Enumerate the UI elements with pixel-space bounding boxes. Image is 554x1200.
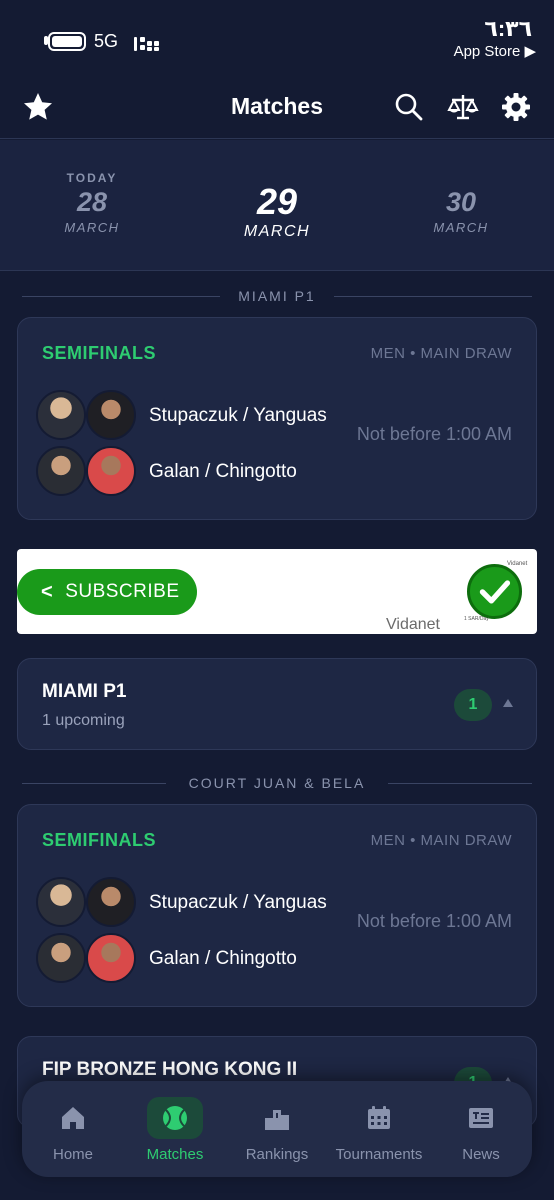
- player-avatar: [36, 390, 86, 440]
- tournament-title: MIAMI P1: [42, 681, 127, 702]
- ad-brand-small: Vidanet: [507, 561, 528, 567]
- subscribe-label: SUBSCRIBE: [65, 581, 180, 602]
- nav-label: Matches: [146, 1146, 204, 1163]
- network-label: 5G: [94, 31, 119, 51]
- section-header-court: COURT JUAN & BELA: [22, 773, 532, 793]
- bottom-nav: Home Matches Rankings Tournaments News: [22, 1081, 532, 1177]
- tennis-ball-icon: [163, 1106, 187, 1130]
- date-tab-30[interactable]: 30 MARCH: [391, 140, 531, 235]
- player-avatar: [86, 390, 136, 440]
- match-time: Not before 1:00 AM: [356, 911, 512, 931]
- ad-banner[interactable]: < SUBSCRIBE Vidanet 1 SAR/Day Vidanet: [17, 549, 537, 634]
- player-avatar: [36, 877, 86, 927]
- today-label: [391, 171, 531, 185]
- app-header: Matches: [0, 75, 554, 139]
- search-icon[interactable]: [393, 91, 425, 123]
- round-label: SEMIFINALS: [42, 343, 157, 363]
- caret-up-icon[interactable]: [503, 699, 513, 707]
- section-header-miami: MIAMI P1: [22, 286, 532, 306]
- date-tab-29[interactable]: 29 MARCH: [207, 140, 347, 241]
- ad-price-small: 1 SAR/Day: [464, 616, 489, 622]
- player-avatar: [86, 933, 136, 983]
- gear-icon[interactable]: [500, 91, 532, 123]
- nav-label: Tournaments: [335, 1146, 423, 1163]
- player-avatar: [36, 933, 86, 983]
- player-avatar: [86, 877, 136, 927]
- date-month: MARCH: [433, 220, 489, 235]
- checkmark-icon: [467, 564, 522, 619]
- draw-label: MEN • MAIN DRAW: [370, 345, 512, 362]
- today-label: TODAY: [66, 171, 118, 185]
- nav-home[interactable]: Home: [22, 1081, 124, 1177]
- nav-icon-wrap: [249, 1097, 305, 1139]
- nav-rankings[interactable]: Rankings: [226, 1081, 328, 1177]
- scale-icon[interactable]: [447, 91, 479, 123]
- nav-icon-wrap: [45, 1097, 101, 1139]
- chevron-left-icon: <: [41, 580, 54, 603]
- clock: ٦:٣٦: [484, 16, 532, 41]
- nav-news[interactable]: News: [430, 1081, 532, 1177]
- date-tab-28[interactable]: TODAY 28 MARCH: [22, 140, 162, 235]
- home-icon: [62, 1107, 84, 1129]
- match-card[interactable]: SEMIFINALS MEN • MAIN DRAW Stupaczuk / Y…: [17, 804, 537, 1007]
- player-avatar: [86, 446, 136, 496]
- newspaper-icon: [469, 1108, 493, 1128]
- nav-icon-wrap: [453, 1097, 509, 1139]
- nav-icon-wrap: [351, 1097, 407, 1139]
- signal-icon: [132, 33, 160, 51]
- date-month: MARCH: [243, 223, 311, 240]
- ad-brand: Vidanet: [386, 616, 440, 633]
- date-month: MARCH: [64, 220, 120, 235]
- date-day: 30: [445, 187, 477, 217]
- podium-icon: [265, 1110, 289, 1130]
- date-selector: TODAY 28 MARCH 29 MARCH 30 MARCH: [0, 140, 554, 271]
- tournament-card[interactable]: MIAMI P1 1 upcoming 1: [17, 658, 537, 750]
- nav-tournaments[interactable]: Tournaments: [328, 1081, 430, 1177]
- team-1-name: Stupaczuk / Yanguas: [149, 405, 327, 426]
- date-day: 28: [76, 187, 108, 217]
- team-2-name: Galan / Chingotto: [149, 948, 297, 969]
- match-time: Not before 1:00 AM: [356, 424, 512, 444]
- back-to-app-store[interactable]: App Store ▶: [454, 42, 536, 60]
- tournament-subtitle: 1 upcoming: [42, 712, 125, 729]
- nav-matches[interactable]: Matches: [124, 1081, 226, 1177]
- nav-label: News: [462, 1146, 500, 1163]
- calendar-icon: [368, 1106, 390, 1129]
- player-avatar: [36, 446, 86, 496]
- nav-icon-wrap: [147, 1097, 203, 1139]
- count-badge: 1: [454, 689, 492, 721]
- tournament-title: FIP BRONZE HONG KONG II: [42, 1059, 298, 1080]
- nav-label: Rankings: [245, 1146, 309, 1163]
- team-2-name: Galan / Chingotto: [149, 461, 297, 482]
- battery-icon: [48, 32, 86, 51]
- status-bar: 5G ٦:٣٦ App Store ▶: [0, 0, 554, 75]
- team-1-name: Stupaczuk / Yanguas: [149, 892, 327, 913]
- nav-label: Home: [52, 1146, 93, 1163]
- draw-label: MEN • MAIN DRAW: [370, 832, 512, 849]
- match-card[interactable]: SEMIFINALS MEN • MAIN DRAW Stupaczuk / Y…: [17, 317, 537, 520]
- subscribe-button[interactable]: < SUBSCRIBE: [17, 569, 197, 615]
- date-day: 29: [256, 181, 298, 222]
- round-label: SEMIFINALS: [42, 830, 157, 850]
- battery-tip: [44, 36, 48, 45]
